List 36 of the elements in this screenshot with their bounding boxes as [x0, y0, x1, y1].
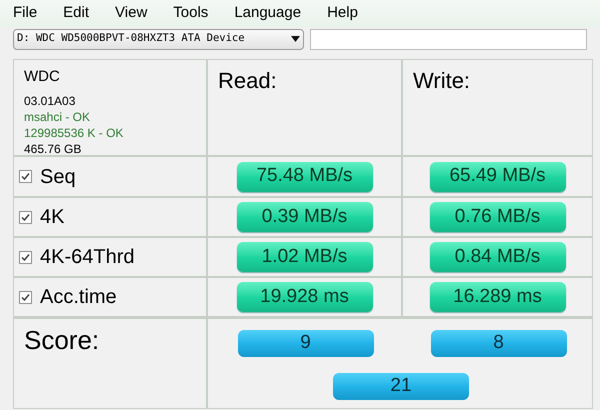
result-value: 0.84 MB/s [430, 242, 566, 272]
drive-info-line: 465.76 GB [24, 140, 82, 156]
test-label: 4K-64Thrd [40, 245, 134, 270]
test-checkbox[interactable] [19, 290, 32, 304]
menu-item[interactable]: Language [234, 2, 302, 25]
menu-item[interactable]: View [115, 2, 148, 25]
test-label: Acc.time [40, 285, 117, 310]
result-value: 0.76 MB/s [430, 202, 566, 232]
drive-info-line: msahci - OK [24, 108, 92, 124]
result-value: 65.49 MB/s [430, 162, 566, 192]
result-value: 16.289 ms [430, 282, 566, 312]
score-value: 9 [238, 330, 374, 357]
menu-item[interactable]: File [13, 2, 38, 25]
menu-item[interactable]: Edit [63, 2, 90, 25]
score-value: 8 [430, 330, 566, 357]
result-value: 75.48 MB/s [236, 162, 372, 192]
drive-dropdown[interactable]: D: WDC WD5000BPVT-08HXZT3 ATA Device [13, 28, 304, 50]
text-field[interactable] [310, 28, 587, 50]
read-header: Read: [218, 68, 277, 93]
score-value: 21 [333, 373, 469, 400]
menu-item[interactable]: Help [327, 2, 358, 25]
test-label: Seq [40, 164, 76, 190]
drive-info-line: 129985536 K - OK [24, 124, 124, 140]
write-header: Write: [413, 68, 470, 93]
result-value: 19.928 ms [236, 282, 372, 312]
result-value: 0.39 MB/s [236, 202, 372, 232]
drive-info-line: WDC [24, 67, 61, 87]
test-label: 4K [40, 205, 64, 230]
drive-info-line: 03.01A03 [24, 92, 76, 108]
test-checkbox[interactable] [19, 170, 32, 183]
test-checkbox[interactable] [19, 250, 32, 264]
dropdown-caret-icon [290, 36, 300, 42]
test-checkbox[interactable] [19, 210, 32, 224]
score-label: Score: [24, 325, 100, 355]
result-value: 1.02 MB/s [236, 242, 372, 272]
menu-item[interactable]: Tools [173, 2, 208, 25]
